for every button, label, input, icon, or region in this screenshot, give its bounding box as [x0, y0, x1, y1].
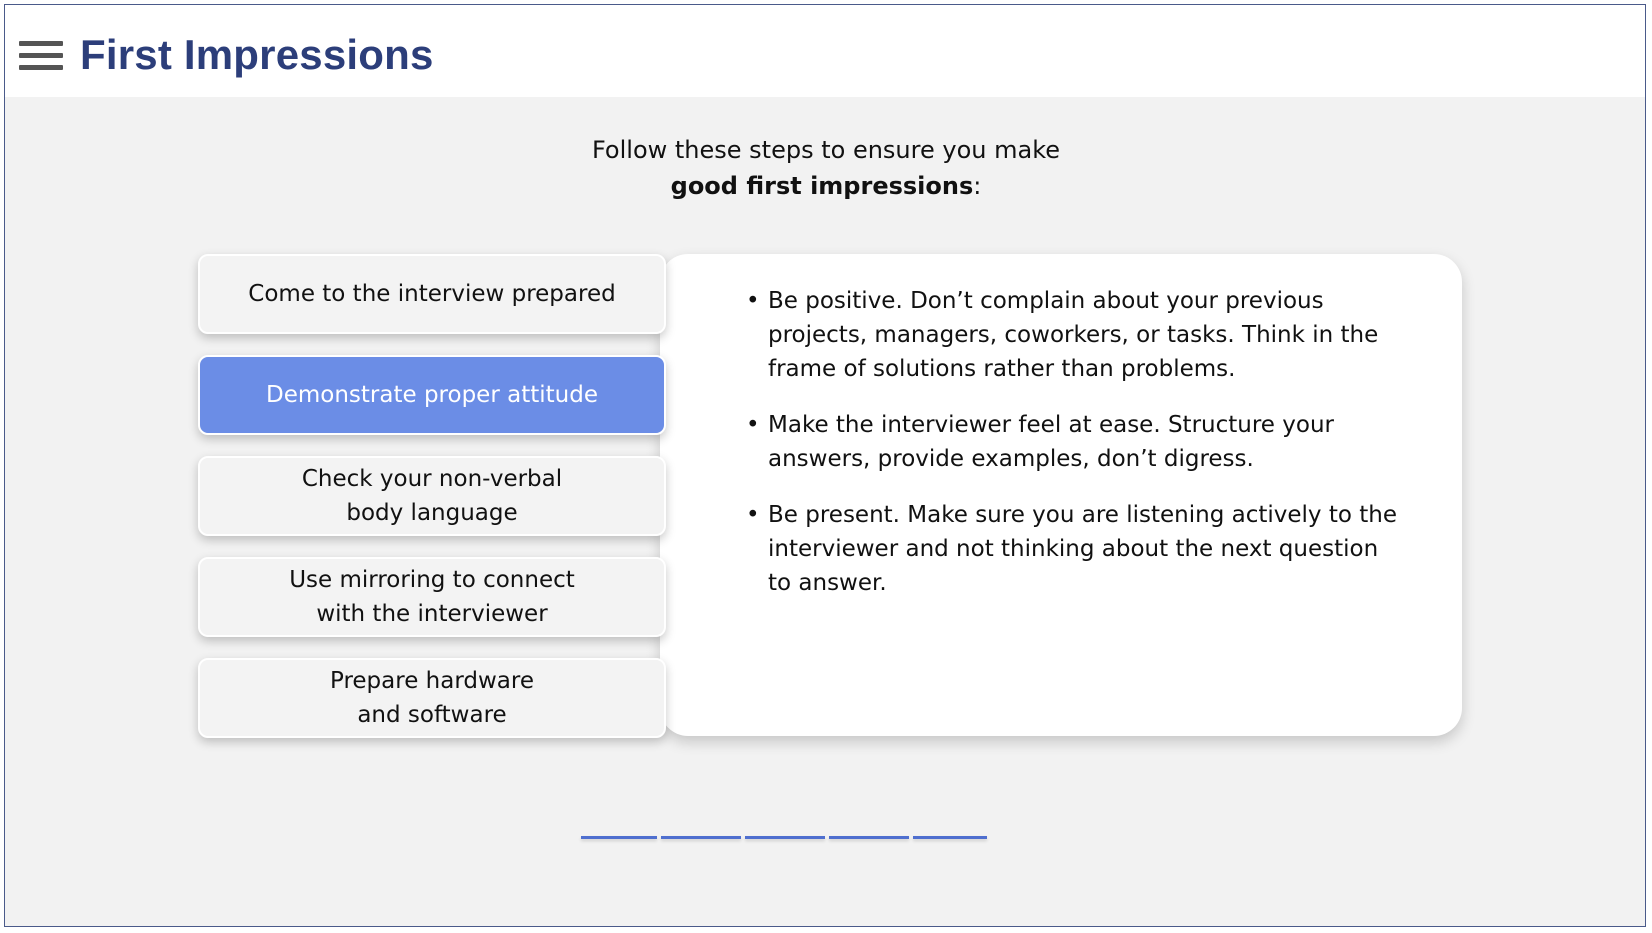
detail-bullet-list: Be positive. Don’t complain about your p…	[746, 284, 1408, 622]
detail-bullet: Be present. Make sure you are listening …	[746, 498, 1408, 600]
progress-segment[interactable]	[581, 836, 657, 839]
step-tab-mirroring[interactable]: Use mirroring to connect with the interv…	[198, 557, 666, 637]
step-tab-attitude[interactable]: Demonstrate proper attitude	[198, 355, 666, 435]
intro-suffix: :	[973, 172, 982, 200]
step-tab-body-language[interactable]: Check your non-verbal body language	[198, 456, 666, 536]
intro-bold: good first impressions	[670, 172, 974, 200]
intro-line: Follow these steps to ensure you make	[591, 136, 1060, 164]
slide-progress-indicator	[581, 836, 987, 839]
progress-segment[interactable]	[913, 836, 987, 839]
menu-line	[19, 65, 63, 70]
step-tab-list: Come to the interview prepared Demonstra…	[198, 254, 666, 759]
progress-segment[interactable]	[661, 836, 741, 839]
detail-bullet: Be positive. Don’t complain about your p…	[746, 284, 1408, 386]
menu-line	[19, 53, 63, 58]
step-tab-hardware-software[interactable]: Prepare hardware and software	[198, 658, 666, 738]
step-tab-prepared[interactable]: Come to the interview prepared	[198, 254, 666, 334]
page-title: First Impressions	[80, 31, 434, 78]
progress-segment[interactable]	[745, 836, 825, 839]
intro-emphasis-line: good first impressions:	[0, 168, 1652, 204]
hamburger-menu-icon[interactable]	[19, 41, 63, 73]
progress-segment[interactable]	[829, 836, 909, 839]
intro-text: Follow these steps to ensure you make go…	[0, 132, 1652, 204]
detail-bullet: Make the interviewer feel at ease. Struc…	[746, 408, 1408, 476]
menu-line	[19, 41, 63, 46]
header-bar: First Impressions	[5, 5, 1645, 97]
